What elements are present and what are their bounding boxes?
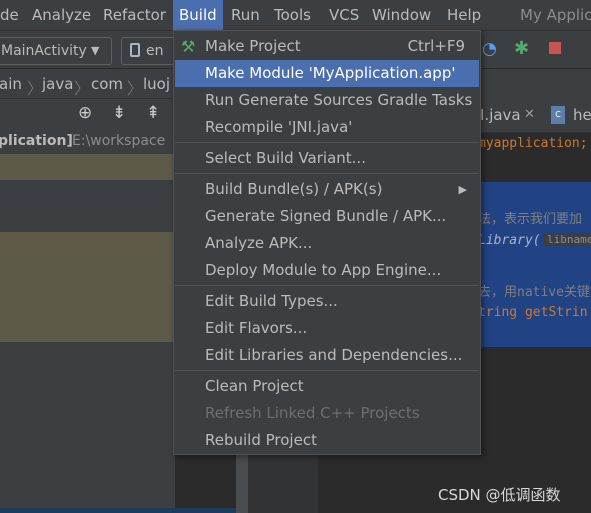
chevron-right-icon: 〉 xyxy=(127,79,144,98)
tab-jni-label: I.java xyxy=(480,106,521,124)
menu-item-deploy-module[interactable]: Deploy Module to App Engine... xyxy=(175,257,479,284)
menu-item-make-module[interactable]: Make Module 'MyApplication.app' xyxy=(175,60,479,87)
menu-item-edit-flavors[interactable]: Edit Flavors... xyxy=(175,315,479,342)
menu-item-build-bundle[interactable]: Build Bundle(s) / APK(s) ▶ xyxy=(175,176,479,203)
code-line: tring getStrin xyxy=(478,305,588,320)
menu-item-label: Deploy Module to App Engine... xyxy=(205,261,442,279)
menu-separator xyxy=(175,142,479,143)
menu-item-label: Build Bundle(s) / APK(s) xyxy=(205,180,383,198)
window-title: My Applic xyxy=(520,6,591,24)
project-tree-area xyxy=(0,180,175,513)
code-line: myapplication; xyxy=(478,136,588,151)
close-icon[interactable]: ✕ xyxy=(524,98,535,132)
tree-row-highlight xyxy=(0,154,175,180)
chevron-right-icon: 〉 xyxy=(27,79,44,98)
run-config-label: MainActivity xyxy=(1,43,87,59)
stop-icon[interactable] xyxy=(549,42,561,54)
menu-bar: de Analyze Refactor Build Run Tools VCS … xyxy=(0,0,591,30)
code-line: Library( xyxy=(478,233,541,248)
menu-item-label: Generate Signed Bundle / APK... xyxy=(205,207,447,225)
menu-item-label: Select Build Variant... xyxy=(205,149,366,167)
device-icon xyxy=(130,43,140,57)
menu-item-label: Rebuild Project xyxy=(205,431,317,449)
tab-jni-java[interactable]: I.java xyxy=(480,98,521,132)
crumb-com[interactable]: com xyxy=(91,69,123,99)
status-strip xyxy=(0,508,236,513)
menu-window[interactable]: Window xyxy=(366,0,437,30)
project-root-name: plication] xyxy=(0,133,73,149)
menu-build-label: Build xyxy=(179,6,217,24)
menu-build[interactable]: Build xyxy=(173,0,223,30)
crumb-java[interactable]: java xyxy=(42,69,73,99)
tree-row-highlight xyxy=(0,232,175,342)
project-root-path: E:\workspace xyxy=(72,133,166,149)
parameter-hint: libname xyxy=(544,233,591,246)
code-selection xyxy=(478,182,591,347)
expand-all-icon[interactable]: ⇟ xyxy=(112,103,126,123)
crumb-main[interactable]: ain xyxy=(0,69,22,99)
menu-item-refresh-linked-cpp: Refresh Linked C++ Projects xyxy=(175,400,479,427)
menu-item-label: Edit Flavors... xyxy=(205,319,308,337)
menu-tools-label: Tools xyxy=(274,6,311,24)
menu-item-label: Analyze APK... xyxy=(205,234,313,252)
menu-item-label: Refresh Linked C++ Projects xyxy=(205,404,420,422)
menu-item-clean-project[interactable]: Clean Project xyxy=(175,373,479,400)
menu-refactor[interactable]: Refactor xyxy=(97,0,172,30)
code-comment: 去，用native关键 xyxy=(478,285,590,300)
menu-item-run-generate-sources[interactable]: Run Generate Sources Gradle Tasks xyxy=(175,87,479,114)
menu-item-rebuild-project[interactable]: Rebuild Project xyxy=(175,427,479,454)
menu-analyze[interactable]: Analyze xyxy=(26,0,97,30)
menu-window-label: Window xyxy=(372,6,432,24)
collapse-all-icon[interactable]: ⇞ xyxy=(146,103,160,123)
menu-analyze-label: Analyze xyxy=(32,6,92,24)
project-panel-header: ⊕ ⇟ ⇞ xyxy=(0,98,175,129)
c-file-icon: C xyxy=(551,106,565,124)
code-comment: 法，表示我们要加 xyxy=(478,212,583,227)
menu-separator xyxy=(175,370,479,371)
project-root-row[interactable]: plication] E:\workspace xyxy=(0,129,175,154)
menu-item-label: Make Module 'MyApplication.app' xyxy=(205,64,456,82)
menu-item-make-project[interactable]: ⚒ Make Project Ctrl+F9 xyxy=(175,33,479,60)
menu-tools[interactable]: Tools xyxy=(268,0,317,30)
menu-item-label: Run Generate Sources Gradle Tasks xyxy=(205,91,473,109)
menu-item-recompile[interactable]: Recompile 'JNI.java' xyxy=(175,114,479,141)
chevron-down-icon: ▼ xyxy=(91,44,100,57)
profiler-icon[interactable]: ◔ xyxy=(482,39,497,59)
menu-run-label: Run xyxy=(231,6,260,24)
device-label: en xyxy=(146,43,164,59)
menu-item-label: Edit Build Types... xyxy=(205,292,338,310)
menu-run[interactable]: Run xyxy=(225,0,266,30)
menu-help[interactable]: Help xyxy=(441,0,487,30)
run-config-combo[interactable]: MainActivity ▼ xyxy=(0,37,112,65)
menu-vcs[interactable]: VCS xyxy=(323,0,365,30)
chevron-right-icon: 〉 xyxy=(74,79,91,98)
watermark: CSDN @低调函数 xyxy=(438,486,561,504)
menu-item-label: Recompile 'JNI.java' xyxy=(205,118,353,136)
tab-header[interactable]: he xyxy=(573,98,591,132)
locate-target-icon[interactable]: ⊕ xyxy=(78,103,92,123)
menu-code[interactable]: de xyxy=(0,0,25,30)
menu-vcs-label: VCS xyxy=(329,6,360,24)
menu-item-label: Make Project xyxy=(205,37,301,55)
menu-item-edit-libraries[interactable]: Edit Libraries and Dependencies... xyxy=(175,342,479,369)
debug-bug-icon[interactable]: ✱ xyxy=(514,38,529,59)
menu-separator xyxy=(175,285,479,286)
crumb-package[interactable]: luoj xyxy=(143,69,170,99)
menu-item-shortcut: Ctrl+F9 xyxy=(407,37,465,55)
menu-item-analyze-apk[interactable]: Analyze APK... xyxy=(175,230,479,257)
build-dropdown-menu: ⚒ Make Project Ctrl+F9 Make Module 'MyAp… xyxy=(173,30,481,455)
submenu-arrow-icon: ▶ xyxy=(458,183,467,196)
menu-help-label: Help xyxy=(447,6,482,24)
editor-tabs: I.java ✕ C he xyxy=(478,98,591,133)
menu-separator xyxy=(175,173,479,174)
menu-refactor-label: Refactor xyxy=(103,6,166,24)
menu-item-label: Clean Project xyxy=(205,377,304,395)
menu-item-edit-build-types[interactable]: Edit Build Types... xyxy=(175,288,479,315)
tab-header-label: he xyxy=(573,106,591,124)
menu-item-generate-signed[interactable]: Generate Signed Bundle / APK... xyxy=(175,203,479,230)
hammer-icon: ⚒ xyxy=(181,37,196,56)
menu-item-select-build-variant[interactable]: Select Build Variant... xyxy=(175,145,479,172)
menu-item-label: Edit Libraries and Dependencies... xyxy=(205,346,463,364)
